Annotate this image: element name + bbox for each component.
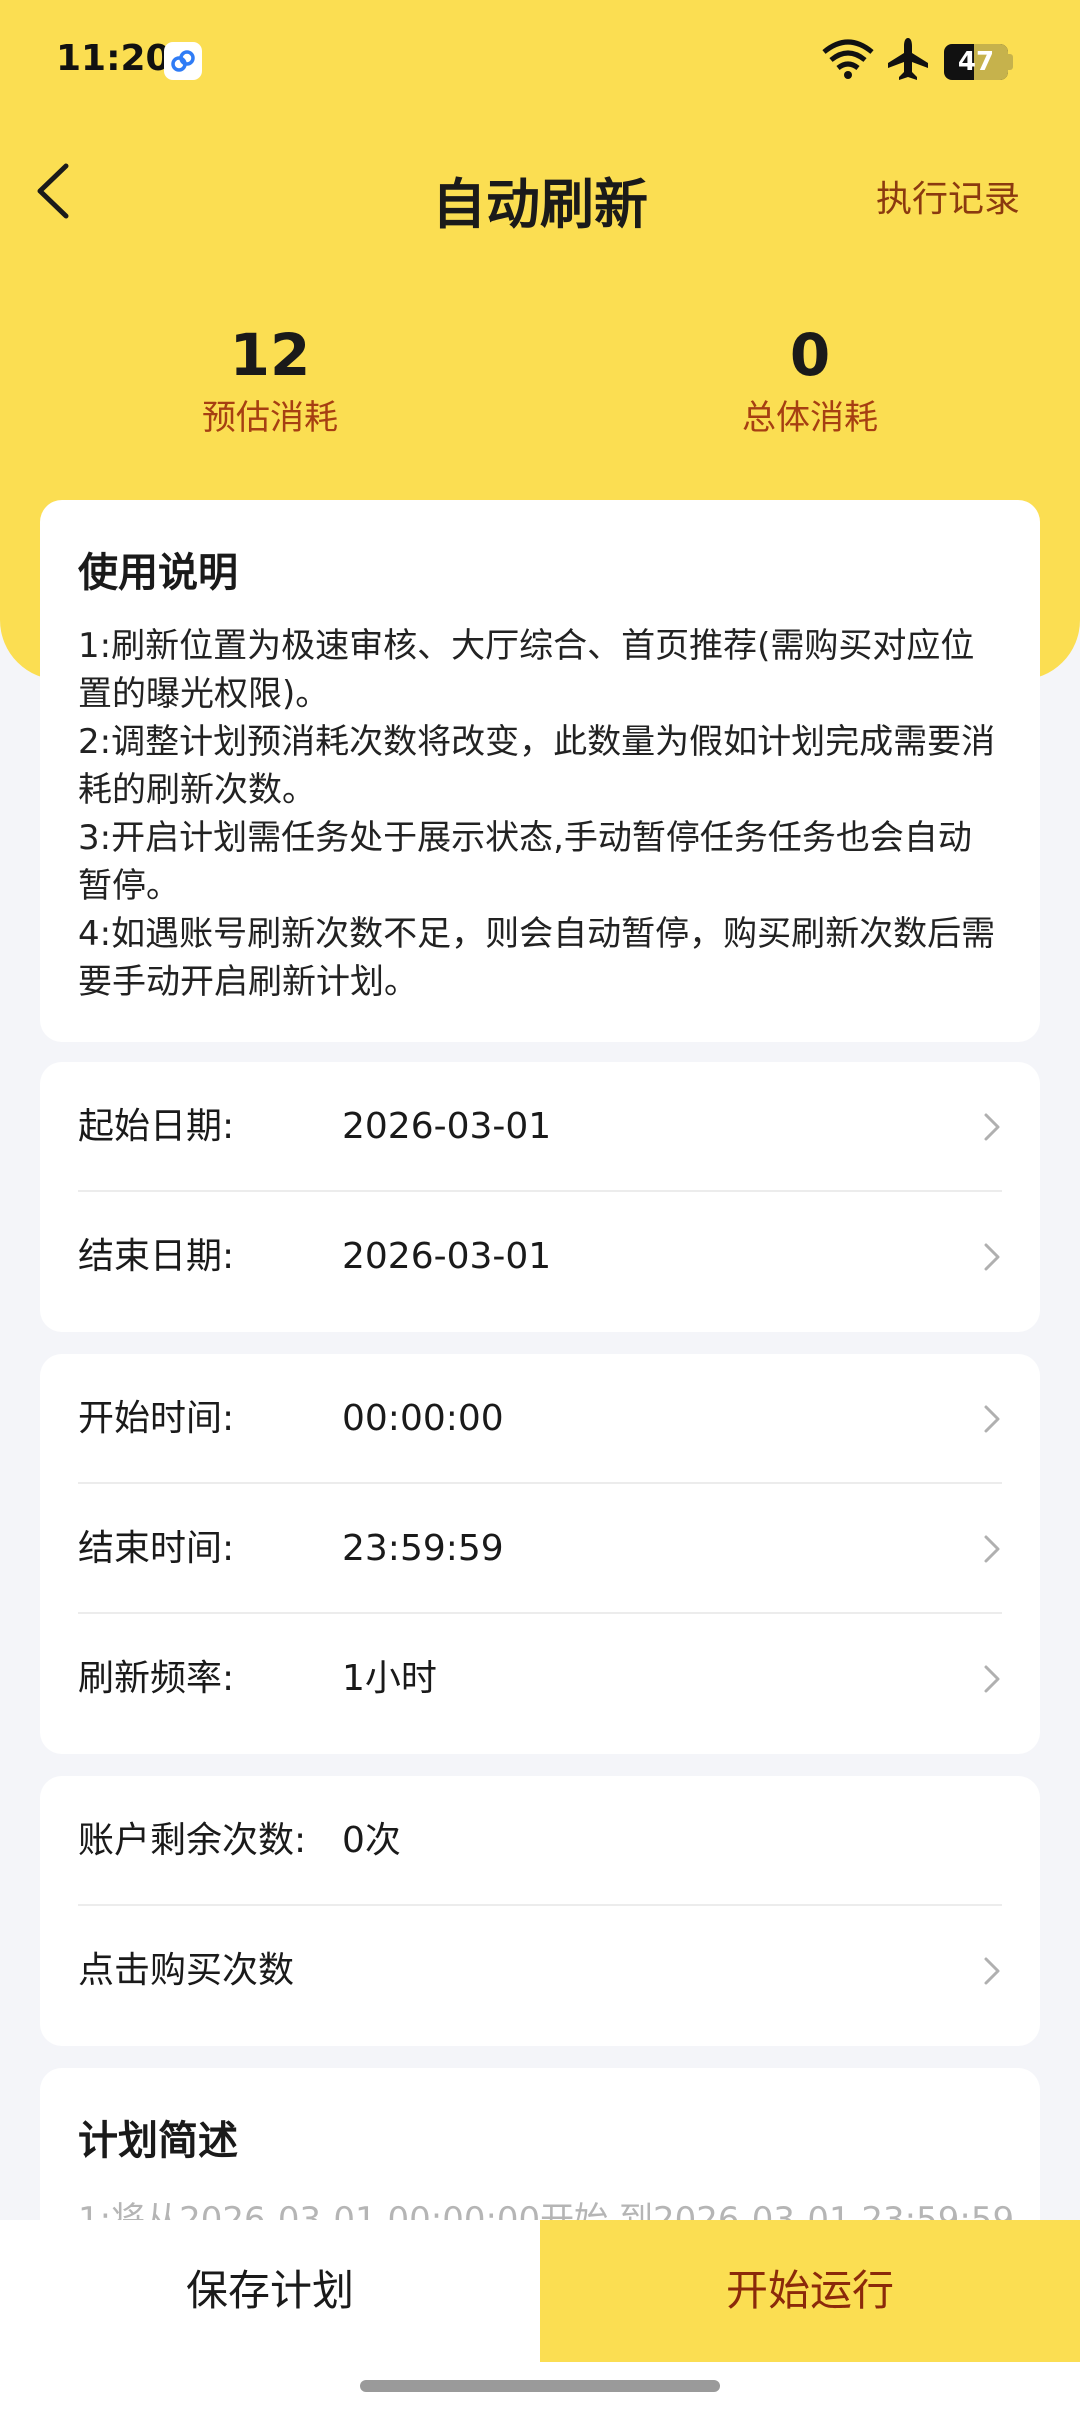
- chevron-right-icon: [984, 1535, 1000, 1563]
- execution-record-link[interactable]: 执行记录: [876, 170, 1020, 222]
- start-time-label: 开始时间:: [78, 1398, 235, 1439]
- chevron-right-icon: [984, 1113, 1000, 1141]
- start-time-row[interactable]: 开始时间: 00:00:00: [78, 1354, 1002, 1484]
- save-plan-button[interactable]: 保存计划: [0, 2220, 540, 2362]
- instructions-title: 使用说明: [78, 550, 238, 596]
- home-indicator[interactable]: [360, 2380, 720, 2392]
- total-consumption: 0 总体消耗: [610, 322, 1010, 439]
- back-button[interactable]: [30, 158, 80, 224]
- airplane-mode-icon: [886, 36, 930, 86]
- remaining-count-value: 0次: [342, 1820, 401, 1861]
- instruction-line: 4:如遇账号刷新次数不足，则会自动暂停，购买刷新次数后需要手动开启刷新计划。: [78, 914, 996, 1002]
- start-date-label: 起始日期:: [78, 1106, 235, 1147]
- refresh-frequency-label: 刷新频率:: [78, 1658, 235, 1699]
- start-date-value: 2026-03-01: [342, 1106, 552, 1147]
- refresh-frequency-value: 1小时: [342, 1658, 437, 1699]
- account-card: 账户剩余次数: 0次 点击购买次数: [40, 1776, 1040, 2046]
- chevron-right-icon: [984, 1405, 1000, 1433]
- chevron-right-icon: [984, 1957, 1000, 1985]
- start-date-row[interactable]: 起始日期: 2026-03-01: [78, 1062, 1002, 1192]
- plan-summary-title: 计划简述: [78, 2118, 238, 2164]
- instruction-line: 3:开启计划需任务处于展示状态,手动暂停任务任务也会自动暂停。: [78, 818, 972, 906]
- battery-level: 47: [957, 47, 995, 77]
- remaining-count-label: 账户剩余次数:: [78, 1820, 307, 1861]
- instruction-line: 2:调整计划预消耗次数将改变，此数量为假如计划完成需要消耗的刷新次数。: [78, 722, 996, 810]
- status-bar: 11:20 47: [0, 0, 1080, 120]
- end-date-row[interactable]: 结束日期: 2026-03-01: [78, 1192, 1002, 1322]
- end-time-value: 23:59:59: [342, 1528, 504, 1569]
- battery-icon: 47: [944, 44, 1008, 80]
- time-settings-card: 开始时间: 00:00:00 结束时间: 23:59:59 刷新频率: 1小时: [40, 1354, 1040, 1754]
- start-time-value: 00:00:00: [342, 1398, 504, 1439]
- status-time: 11:20: [56, 38, 171, 79]
- end-time-row[interactable]: 结束时间: 23:59:59: [78, 1484, 1002, 1614]
- total-consumption-value: 0: [789, 321, 831, 389]
- instructions-card: 使用说明 1:刷新位置为极速审核、大厅综合、首页推荐(需购买对应位置的曝光权限)…: [40, 500, 1040, 1042]
- end-time-label: 结束时间:: [78, 1528, 235, 1569]
- wifi-icon: [822, 38, 874, 84]
- date-range-card: 起始日期: 2026-03-01 结束日期: 2026-03-01: [40, 1062, 1040, 1332]
- buy-count-label: 点击购买次数: [78, 1950, 295, 1991]
- instructions-text: 1:刷新位置为极速审核、大厅综合、首页推荐(需购买对应位置的曝光权限)。 2:调…: [78, 622, 1002, 1006]
- refresh-frequency-row[interactable]: 刷新频率: 1小时: [78, 1614, 1002, 1744]
- remaining-count-row: 账户剩余次数: 0次: [78, 1776, 1002, 1906]
- app-notification-icon: [164, 42, 202, 80]
- buy-count-row[interactable]: 点击购买次数: [78, 1906, 1002, 2036]
- chevron-right-icon: [984, 1665, 1000, 1693]
- end-date-value: 2026-03-01: [342, 1236, 552, 1277]
- estimated-consumption-label: 预估消耗: [202, 398, 338, 438]
- chevron-right-icon: [984, 1243, 1000, 1271]
- instruction-line: 1:刷新位置为极速审核、大厅综合、首页推荐(需购买对应位置的曝光权限)。: [78, 626, 975, 714]
- estimated-consumption: 12 预估消耗: [70, 322, 470, 439]
- start-run-button[interactable]: 开始运行: [540, 2220, 1080, 2362]
- total-consumption-label: 总体消耗: [742, 398, 878, 438]
- chevron-left-icon: [37, 163, 69, 219]
- end-date-label: 结束日期:: [78, 1236, 235, 1277]
- estimated-consumption-value: 12: [229, 321, 311, 389]
